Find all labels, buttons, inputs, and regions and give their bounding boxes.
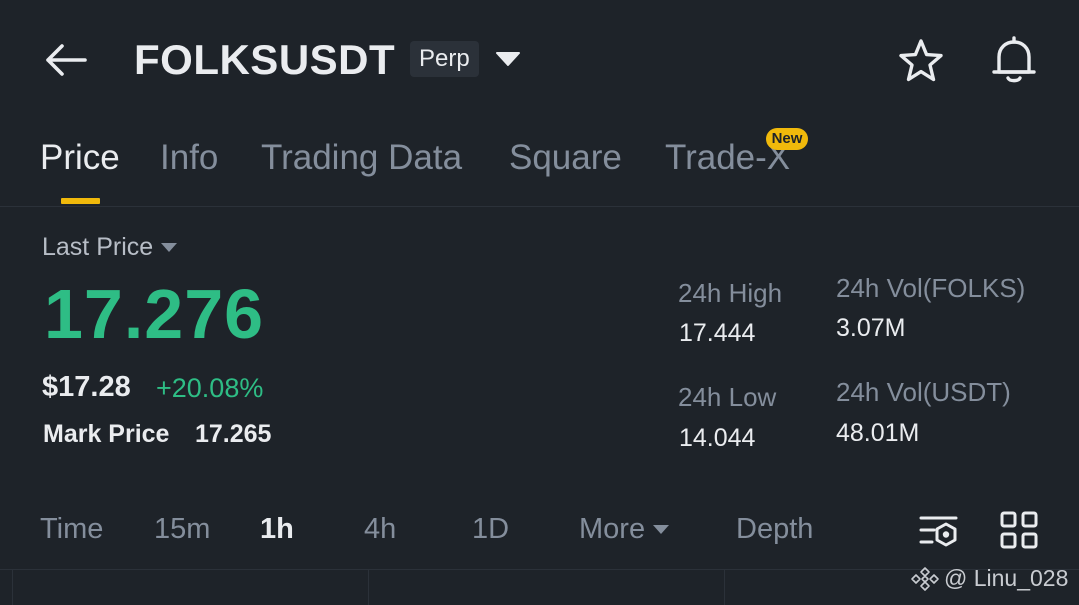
chart-gridline [724, 570, 725, 605]
caret-down-icon [161, 243, 178, 252]
symbol-title[interactable]: FOLKSUSDT [134, 36, 395, 84]
last-price-selector[interactable]: Last Price [42, 233, 178, 262]
price-change-percent: +20.08% [156, 373, 264, 403]
watermark-text: @ Linu_028 [944, 565, 1069, 591]
tab-info[interactable]: Info [160, 138, 218, 178]
vol-base-value: 3.07M [836, 314, 906, 342]
chart-gridline [368, 570, 369, 605]
interval-more[interactable]: More [579, 513, 670, 546]
interval-more-label: More [579, 513, 646, 545]
interval-4h[interactable]: 4h [364, 513, 396, 546]
back-arrow-icon[interactable] [42, 38, 88, 82]
tab-trading-data[interactable]: Trading Data [261, 138, 462, 178]
low-label: 24h Low [678, 382, 777, 412]
mark-price-label: Mark Price [43, 420, 170, 448]
chart-settings-icon[interactable] [918, 510, 960, 552]
interval-1h[interactable]: 1h [260, 513, 294, 546]
tab-bar: Price Info Trading Data Square Trade-X [0, 130, 1079, 207]
grid-icon[interactable] [1000, 511, 1038, 549]
usd-price: $17.28 [42, 371, 131, 403]
interval-15m[interactable]: 15m [154, 513, 210, 546]
last-price-label: Last Price [42, 233, 154, 261]
interval-depth[interactable]: Depth [736, 513, 813, 546]
tab-price[interactable]: Price [40, 138, 120, 178]
high-label: 24h High [678, 278, 783, 308]
new-badge: New [766, 128, 808, 150]
bell-icon[interactable] [988, 34, 1040, 86]
mark-price-value: 17.265 [195, 420, 272, 448]
binance-logo-icon [911, 566, 939, 591]
chart-gridline [12, 570, 13, 605]
caret-down-icon[interactable] [493, 46, 523, 72]
last-price-value: 17.276 [44, 275, 265, 353]
tab-square[interactable]: Square [509, 138, 622, 178]
watermark: @ Linu_028 [910, 565, 1068, 592]
interval-1d[interactable]: 1D [472, 513, 509, 546]
vol-quote-label: 24h Vol(USDT) [836, 377, 1011, 407]
vol-quote-value: 48.01M [836, 419, 920, 447]
high-value: 17.444 [679, 319, 756, 347]
caret-down-icon [653, 525, 670, 534]
low-value: 14.044 [679, 424, 756, 452]
interval-time[interactable]: Time [40, 513, 103, 546]
active-tab-indicator [61, 198, 100, 204]
top-bar: FOLKSUSDT Perp [0, 0, 1079, 120]
contract-type-badge[interactable]: Perp [410, 41, 479, 77]
star-icon[interactable] [896, 36, 946, 86]
vol-base-label: 24h Vol(FOLKS) [836, 273, 1026, 303]
